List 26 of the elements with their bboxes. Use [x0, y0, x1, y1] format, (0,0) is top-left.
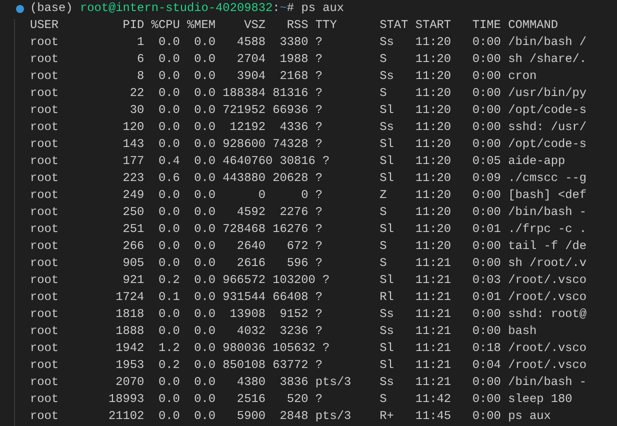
process-line: root 1724 0.1 0.0 931544 66408 ? Rl 11:21 0:01 /root/.vsco	[29, 289, 587, 306]
process-line: root 921 0.2 0.0 966572 103200 ? Sl 11:21 0:03 /root/.vsco	[29, 272, 587, 289]
process-line: root 1818 0.0 0.0 13908 9152 ? Ss 11:21 0:00 sshd: root@	[29, 306, 587, 323]
process-line: root 30 0.0 0.0 721952 66936 ? Sl 11:20 0:00 /opt/code-s	[29, 102, 587, 119]
process-line: root 2070 0.0 0.0 4380 3836 pts/3 Ss 11:21 0:00 /bin/bash -	[29, 374, 587, 391]
process-line: root 143 0.0 0.0 928600 74328 ? Sl 11:20 0:00 /opt/code-s	[29, 136, 587, 153]
process-line: root 8 0.0 0.0 3904 2168 ? Ss 11:20 0:00 cron	[29, 68, 537, 85]
process-line: root 177 0.4 0.0 4640760 30816 ? Sl 11:20 0:05 aide-app	[29, 153, 566, 170]
process-line: root 1942 1.2 0.0 980036 105632 ? Sl 11:21 0:18 /root/.vsco	[29, 340, 587, 357]
process-line: root 251 0.0 0.0 728468 16276 ? Sl 11:20 0:01 ./frpc -c .	[29, 221, 587, 238]
process-line: root 22 0.0 0.0 188384 81316 ? S 11:20 0:00 /usr/bin/py	[29, 85, 587, 102]
process-line: root 18993 0.0 0.0 2516 520 ? S 11:42 0:00 sleep 180	[29, 391, 572, 408]
process-line: root 250 0.0 0.0 4592 2276 ? S 11:20 0:00 /bin/bash -	[29, 204, 587, 221]
process-line: root 1888 0.0 0.0 4032 3236 ? Ss 11:21 0:00 bash	[29, 323, 537, 340]
command-status-dot[interactable]	[16, 4, 24, 12]
process-line: root 223 0.6 0.0 443880 20628 ? Sl 11:20 0:09 ./cmscc --g	[29, 170, 587, 187]
process-line: root 21102 0.0 0.0 5900 2848 pts/3 R+ 11:45 0:00 ps aux	[29, 408, 551, 425]
process-line: root 6 0.0 0.0 2704 1988 ? S 11:20 0:00 sh /share/.	[29, 51, 587, 68]
process-line: root 1953 0.2 0.0 850108 63772 ? Sl 11:21 0:04 /root/.vsco	[29, 357, 587, 374]
process-line: root 249 0.0 0.0 0 0 ? Z 11:20 0:00 [bash] <def	[29, 187, 587, 204]
column-header-line: USER PID %CPU %MEM VSZ RSS TTY STAT START TIME COMMAND	[29, 17, 558, 34]
process-line: root 905 0.0 0.0 2616 596 ? S 11:21 0:00 sh /root/.v	[29, 255, 587, 272]
prompt-line: (base) root@intern-studio-40209832:~# ps aux	[30, 0, 344, 17]
process-line: root 120 0.0 0.0 12192 4336 ? Ss 11:20 0:00 sshd: /usr/	[29, 119, 587, 136]
process-line: root 1 0.0 0.0 4588 3380 ? Ss 11:20 0:00 /bin/bash /	[29, 34, 587, 51]
process-line: root 266 0.0 0.0 2640 672 ? S 11:20 0:00 tail -f /de	[29, 238, 587, 255]
